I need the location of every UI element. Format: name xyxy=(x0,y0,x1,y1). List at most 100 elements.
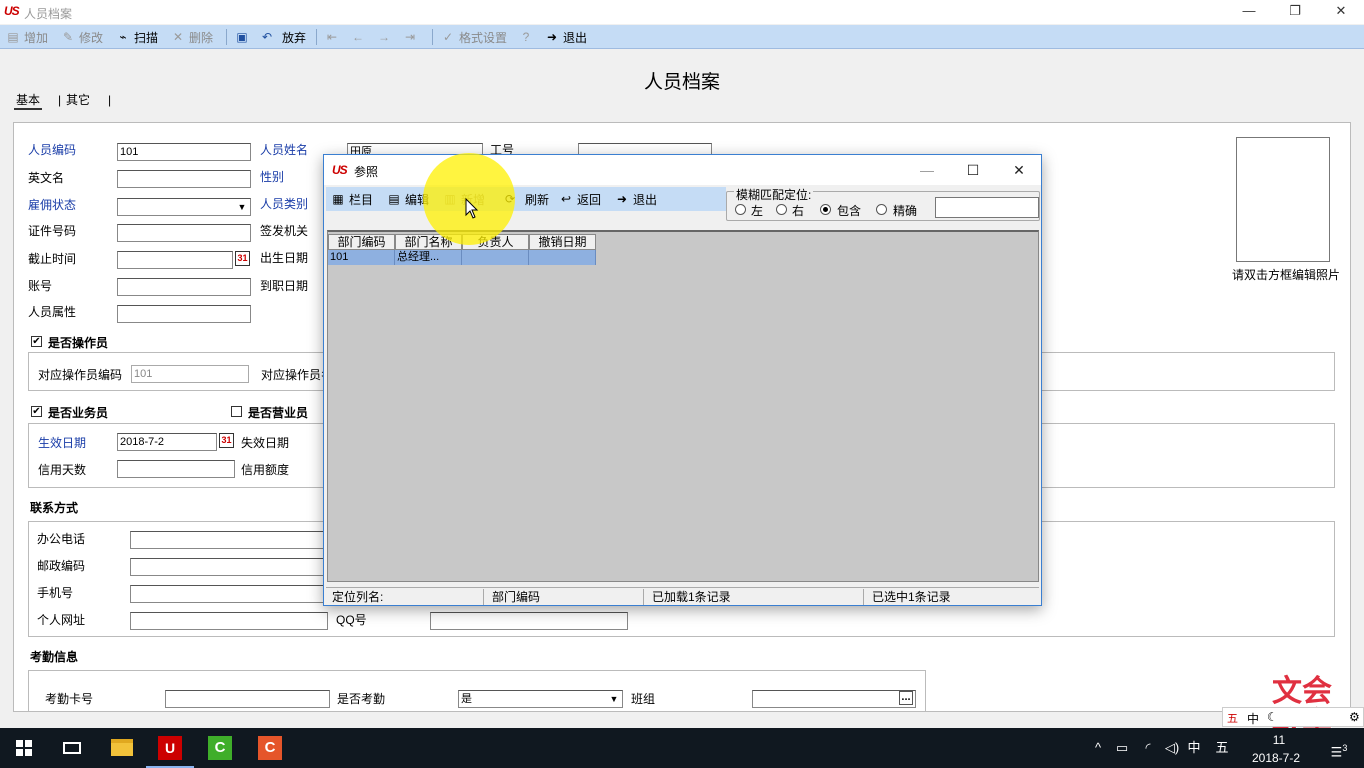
calendar-icon[interactable]: 31 xyxy=(219,433,234,448)
credit-days-input[interactable] xyxy=(117,460,235,478)
is-salesman-checkbox[interactable]: ✔ xyxy=(31,406,42,417)
save-button[interactable]: ▣ xyxy=(234,28,250,46)
restore-button[interactable]: ❐ xyxy=(1272,0,1318,24)
chevron-down-icon[interactable]: ▼ xyxy=(235,200,249,214)
edit-icon: ▤ xyxy=(388,192,400,206)
edit-icon: ✎ xyxy=(62,30,74,44)
taskbar-camtasia-green[interactable]: C xyxy=(196,728,244,768)
tray-expand-icon[interactable]: ^ xyxy=(1088,728,1108,768)
delete-button[interactable]: ✕ 删除 xyxy=(170,28,213,46)
id-no-label: 证件号码 xyxy=(28,224,77,238)
match-exact-radio[interactable] xyxy=(876,204,887,215)
team-input[interactable]: ... xyxy=(752,690,916,708)
help-button[interactable]: ? xyxy=(518,28,534,46)
emp-code-input[interactable]: 101 xyxy=(117,143,251,161)
edit-button[interactable]: ✎ 修改 xyxy=(60,28,103,46)
photo-frame[interactable] xyxy=(1236,137,1330,262)
id-no-input[interactable] xyxy=(117,224,251,242)
prev-record-button[interactable]: ← xyxy=(350,28,366,46)
task-view-button[interactable] xyxy=(48,728,96,768)
dialog-exit-button[interactable]: ➜ 退出 xyxy=(614,190,657,208)
reference-grid: 部门编码 部门名称 负责人 撤销日期 101 总经理... xyxy=(327,230,1039,582)
match-search-input[interactable] xyxy=(935,197,1039,218)
is-shop-assistant-checkbox[interactable] xyxy=(231,406,242,417)
scan-button[interactable]: ⌁ 扫描 xyxy=(115,28,158,46)
tab-basic[interactable]: 基本 xyxy=(14,90,43,110)
tray-ime-five[interactable]: 五 xyxy=(1210,728,1234,768)
ime-settings-icon[interactable]: ⚙ xyxy=(1349,710,1360,724)
dialog-minimize-button[interactable]: — xyxy=(904,155,950,185)
edit-label: 修改 xyxy=(79,30,104,45)
postal-code-input[interactable] xyxy=(130,558,326,576)
ime-logo-icon: 五 xyxy=(1227,713,1238,725)
start-button[interactable] xyxy=(0,728,48,768)
qq-label: QQ号 xyxy=(336,613,367,627)
grid-header-dept-code[interactable]: 部门编码 xyxy=(328,234,395,250)
is-operator-checkbox[interactable]: ✔ xyxy=(31,336,42,347)
wifi-icon[interactable]: ◜ xyxy=(1136,728,1160,768)
qq-input[interactable] xyxy=(430,612,628,630)
postal-code-label: 邮政编码 xyxy=(37,559,86,573)
taskbar-explorer[interactable] xyxy=(98,728,146,768)
first-record-button[interactable]: ⇤ xyxy=(324,28,340,46)
calendar-icon[interactable]: 31 xyxy=(235,251,250,266)
format-settings-button[interactable]: ✓ 格式设置 xyxy=(440,28,507,46)
website-label: 个人网址 xyxy=(37,613,86,627)
grid-cell-manager[interactable] xyxy=(462,250,529,265)
add-label: 增加 xyxy=(24,30,49,45)
attendance-section-title: 考勤信息 xyxy=(30,650,79,664)
app-logo-icon: US xyxy=(4,4,20,18)
is-attend-value: 是 xyxy=(461,693,472,705)
battery-icon[interactable]: ▭ xyxy=(1110,728,1134,768)
match-contains-radio[interactable] xyxy=(820,204,831,215)
notification-center-icon[interactable]: ☰3 xyxy=(1324,728,1354,768)
app-logo-icon: US xyxy=(332,163,348,177)
next-record-button[interactable]: → xyxy=(376,28,392,46)
card-no-input[interactable] xyxy=(165,690,330,708)
close-button[interactable]: ✕ xyxy=(1318,0,1364,24)
dialog-close-button[interactable]: ✕ xyxy=(996,155,1042,185)
effective-date-input[interactable]: 2018-7-2 xyxy=(117,433,217,451)
save-icon: ▣ xyxy=(236,30,248,44)
status-locate-column: 定位列名: xyxy=(326,589,484,605)
account-label: 账号 xyxy=(28,279,53,293)
dialog-maximize-button[interactable]: ☐ xyxy=(950,155,996,185)
add-button[interactable]: ▤ 增加 xyxy=(5,28,48,46)
grid-cell-dept-name[interactable]: 总经理... xyxy=(395,250,462,265)
tray-lang[interactable]: 中 xyxy=(1184,728,1204,768)
mobile-input[interactable] xyxy=(130,585,326,603)
tab-divider: | xyxy=(108,93,112,107)
last-record-button[interactable]: ⇥ xyxy=(402,28,418,46)
tab-other[interactable]: 其它 xyxy=(66,90,90,110)
mouse-cursor-icon xyxy=(465,198,479,219)
deadline-input[interactable] xyxy=(117,251,233,269)
op-code-input[interactable]: 101 xyxy=(131,365,249,383)
tray-date[interactable]: 2018-7-2 xyxy=(1246,738,1306,768)
taskbar-u8-app[interactable]: U xyxy=(146,728,194,768)
employ-status-select[interactable]: ▼ xyxy=(117,198,251,216)
website-input[interactable] xyxy=(130,612,328,630)
abandon-button[interactable]: ↶ 放弃 xyxy=(259,28,306,46)
account-input[interactable] xyxy=(117,278,251,296)
is-salesman-label: 是否业务员 xyxy=(48,406,109,420)
back-button[interactable]: ↩ 返回 xyxy=(558,190,601,208)
columns-icon: ▦ xyxy=(332,192,344,206)
grid-header-revoke-date[interactable]: 撤销日期 xyxy=(529,234,596,250)
grid-cell-dept-code[interactable]: 101 xyxy=(328,250,395,265)
office-phone-input[interactable] xyxy=(130,531,326,549)
match-right-radio[interactable] xyxy=(776,204,787,215)
volume-icon[interactable]: ◁) xyxy=(1160,728,1184,768)
chevron-down-icon[interactable]: ▼ xyxy=(607,692,621,706)
match-left-radio[interactable] xyxy=(735,204,746,215)
columns-button[interactable]: ▦ 栏目 xyxy=(330,190,373,208)
windows-icon xyxy=(16,740,32,756)
team-browse-button[interactable]: ... xyxy=(899,691,913,705)
grid-cell-revoke-date[interactable] xyxy=(529,250,596,265)
toolbar-divider xyxy=(432,29,433,45)
is-attend-select[interactable]: 是 ▼ xyxy=(458,690,623,708)
taskbar-camtasia-orange[interactable]: C xyxy=(246,728,294,768)
exit-button[interactable]: ➜ 退出 xyxy=(544,28,587,46)
attribute-input[interactable] xyxy=(117,305,251,323)
minimize-button[interactable]: — xyxy=(1226,0,1272,24)
english-name-input[interactable] xyxy=(117,170,251,188)
